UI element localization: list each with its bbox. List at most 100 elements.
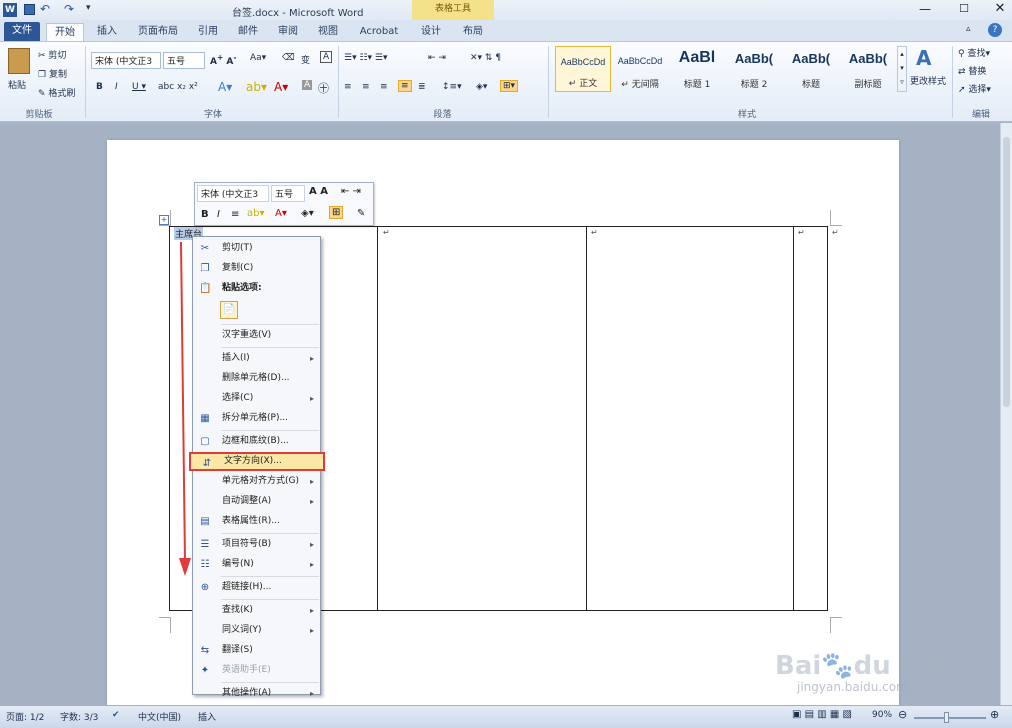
vertical-scrollbar[interactable] [1000,123,1012,705]
align-right-icon[interactable]: ≡ [380,82,388,92]
zoom-slider[interactable] [914,717,986,719]
ribbon-minimize-icon[interactable]: ▵ [966,24,971,34]
context-menu-item[interactable]: ⇵ 文字方向(X)... [189,452,325,471]
phonetic-icon[interactable]: 变 [301,53,310,66]
language[interactable]: 中文(中国) [138,710,181,723]
context-menu-item[interactable]: 其他操作(A) ▸ [193,684,320,703]
context-menu-item[interactable]: ⇆ 翻译(S) [193,641,320,660]
tab-references[interactable]: 引用 [190,23,226,41]
bold-icon[interactable]: B [96,82,103,92]
italic-icon[interactable]: I [115,82,118,92]
change-styles-button[interactable]: 更改样式 [910,74,946,87]
italic-icon[interactable]: I [217,209,220,220]
select-button[interactable]: ➚ 选择▾ [958,82,991,95]
highlight-icon[interactable]: ab▾ [246,80,267,94]
context-menu-item[interactable]: ▦ 拆分单元格(P)... [193,409,320,428]
context-menu-item[interactable]: 自动调整(A) ▸ [193,492,320,511]
copy-button[interactable]: ❐ 复制 [38,67,67,80]
change-styles-icon[interactable]: A [916,46,931,70]
tab-design[interactable]: 设计 [414,23,448,41]
bullets-icon[interactable]: ☰▾ ☷▾ ☰▾ [344,53,387,63]
tab-insert[interactable]: 插入 [88,23,126,41]
maximize-button[interactable]: ☐ [954,2,974,15]
context-menu-item[interactable]: ▤ 表格属性(R)... [193,512,320,531]
underline-icon[interactable]: U ▾ [132,82,146,92]
insert-mode[interactable]: 插入 [198,710,216,723]
strikethrough-icon[interactable]: abc x₂ x² [158,82,198,92]
style-normal[interactable]: AaBbCcDd ↵ 正文 [555,46,611,92]
undo-icon[interactable]: ↶ [40,2,50,16]
font-color-icon[interactable]: A▾ [274,80,288,94]
find-button[interactable]: ⚲ 查找▾ [958,46,990,59]
bold-icon[interactable]: B [201,209,209,220]
page-count[interactable]: 页面: 1/2 [6,710,44,723]
context-menu-item[interactable]: ⊕ 超链接(H)... [193,578,320,597]
tab-home[interactable]: 开始 [46,23,84,41]
style-heading-2[interactable]: AaBb(标题 2 [726,46,782,92]
format-painter-button[interactable]: ✎ 格式刷 [38,86,75,99]
char-shading-icon[interactable]: A [302,80,313,90]
char-border-icon[interactable]: A [320,51,333,63]
mini-font-size-select[interactable]: 五号 [271,185,305,202]
view-buttons-icon[interactable]: ▣ ▤ ▥ ▦ ▧ [792,709,852,720]
mini-font-name-select[interactable]: 宋体 (中文正3 [197,185,269,202]
line-spacing-icon[interactable]: ↕≡▾ [442,82,462,92]
zoom-out-icon[interactable]: ⊖ [898,708,907,721]
indent-icon[interactable]: ⇤ ⇥ [428,53,446,63]
clear-format-icon[interactable]: ⌫ [282,53,295,63]
context-menu-item[interactable]: 删除单元格(D)... [193,369,320,388]
table-move-handle[interactable]: + [159,215,169,225]
paste-button[interactable]: 粘贴 [8,78,26,91]
style-subtitle[interactable]: AaBb(副标题 [840,46,896,92]
justify-icon[interactable]: ≡ [398,80,412,92]
text-effects-icon[interactable]: A▾ [218,80,232,94]
minimize-button[interactable]: — [915,2,935,16]
style-title[interactable]: AaBb(标题 [783,46,839,92]
zoom-in-icon[interactable]: ⊕ [990,708,999,721]
tab-view[interactable]: 视图 [310,23,346,41]
context-menu-item[interactable]: 单元格对齐方式(G) ▸ [193,472,320,491]
context-menu-item[interactable]: ❐ 复制(C) [193,259,320,278]
tab-review[interactable]: 审阅 [270,23,306,41]
tab-page-layout[interactable]: 页面布局 [130,23,186,41]
paste-icon[interactable] [8,48,30,74]
context-menu-item[interactable]: ✂ 剪切(T) [193,239,320,258]
context-menu-item[interactable]: 查找(K) ▸ [193,601,320,620]
cut-button[interactable]: ✂ 剪切 [38,48,66,61]
paste-keep-text-icon[interactable]: 📄 [220,301,238,319]
font-color-icon[interactable]: A▾ [275,208,287,219]
shading-icon[interactable]: ◈▾ [476,82,487,92]
highlight-icon[interactable]: ab▾ [247,208,265,219]
styles-scroll-icon[interactable]: ▴ ▾ ▿ [897,46,907,92]
context-menu-item[interactable]: 汉字重选(V) [193,326,320,345]
enclose-char-icon[interactable]: ㊉ [318,80,329,96]
font-size-select[interactable]: 五号 [163,52,205,69]
zoom-slider-thumb[interactable] [944,712,949,723]
tab-file[interactable]: 文件 [4,22,40,41]
context-menu-item[interactable]: 插入(I) ▸ [193,349,320,368]
close-button[interactable]: ✕ [990,1,1010,16]
context-menu-item[interactable]: ☷ 编号(N) ▸ [193,555,320,574]
grow-font-icon[interactable]: A A [309,186,328,197]
quick-access-customize-icon[interactable]: ▾ [86,3,91,13]
word-count[interactable]: 字数: 3/3 [60,710,98,723]
change-case-icon[interactable]: Aa▾ [250,53,266,63]
borders-icon[interactable]: ⊞ [329,206,344,219]
chinese-layout-icon[interactable]: ✕▾ ⇅ ¶ [470,53,501,63]
tab-mailings[interactable]: 邮件 [230,23,266,41]
scroll-thumb[interactable] [1003,137,1010,407]
word-icon[interactable]: W [3,3,17,17]
grow-font-icon[interactable]: A+ A- [210,53,237,67]
context-menu-item[interactable]: 选择(C) ▸ [193,389,320,408]
align-left-icon[interactable]: ≡ [344,82,352,92]
indent-icon[interactable]: ⇤ ⇥ [341,186,361,197]
font-name-select[interactable]: 宋体 (中文正3 [91,52,161,69]
context-menu-item[interactable]: ▢ 边框和底纹(B)... [193,432,320,451]
tab-acrobat[interactable]: Acrobat [350,23,408,41]
context-menu-item[interactable]: 同义词(Y) ▸ [193,621,320,640]
shading-icon[interactable]: ◈▾ [301,208,314,219]
format-painter-icon[interactable]: ✎ [357,208,365,219]
distributed-icon[interactable]: ≣ [418,82,426,92]
save-icon[interactable] [24,4,35,15]
redo-icon[interactable]: ↷ [64,2,74,16]
